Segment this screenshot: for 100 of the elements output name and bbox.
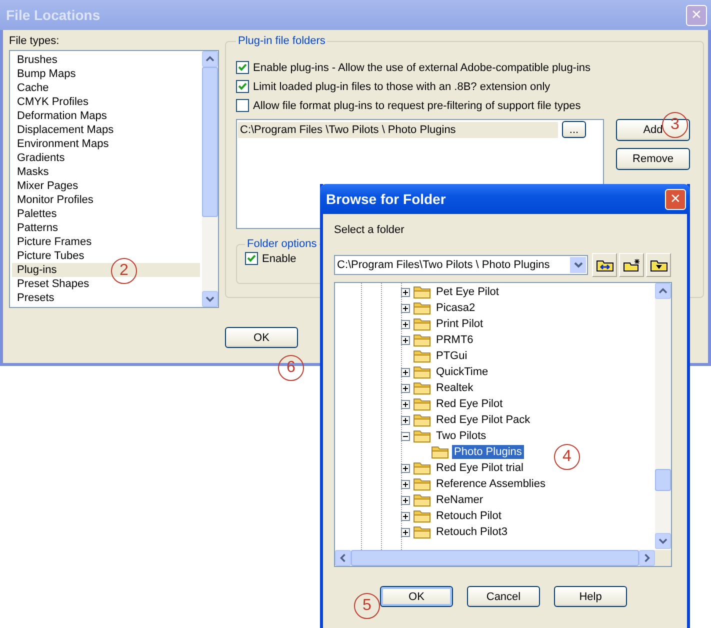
folder-path[interactable]: C:\Program Files \Two Pilots \ Photo Plugins [238,122,558,138]
expand-icon[interactable] [401,304,410,312]
checkbox-label: Enable plug-ins - Allow the use of external Adobe-compatible plug-ins [253,62,591,74]
dialog-button[interactable]: Cancel [467,586,540,607]
folder-item[interactable]: Realtek [434,381,476,395]
file-type-item[interactable]: CMYK Profiles [12,95,200,109]
folder-item[interactable]: Retouch Pilot3 [434,525,510,539]
expand-icon[interactable] [401,416,410,424]
checkbox-label: Limit loaded plug-in files to those with an .8B? extension only [253,80,550,92]
expand-icon[interactable] [401,480,410,488]
expand-icon[interactable] [401,384,410,392]
group-title: Plug-in file folders [237,35,326,47]
folder-icon [413,381,431,395]
folder-icon [413,285,431,299]
scroll-up-icon[interactable] [655,283,671,299]
folder-item[interactable]: Picasa2 [434,301,478,315]
dialog-title: Browse for Folder [326,191,446,207]
new-folder-icon[interactable] [619,253,644,277]
scroll-down-icon[interactable] [202,291,218,307]
dialog-button[interactable]: Help [554,586,627,607]
folder-item[interactable]: Red Eye Pilot Pack [434,413,532,427]
path-dropdown[interactable]: C:\Program Files\Two Pilots \ Photo Plugins [334,255,588,275]
folder-item[interactable]: Red Eye Pilot [434,397,505,411]
folder-icon [413,317,431,331]
scroll-down-icon[interactable] [655,533,671,549]
file-type-item[interactable]: Displacement Maps [12,123,200,137]
file-type-item[interactable]: Picture Frames [12,235,200,249]
folder-icon [413,493,431,507]
scroll-left-icon[interactable] [335,550,351,566]
folder-icon [413,301,431,315]
folder-up-icon[interactable] [592,253,617,277]
folder-item[interactable]: Two Pilots [434,429,488,443]
folder-item[interactable]: PTGui [434,349,470,363]
dialog-button[interactable]: OK [380,586,453,607]
folder-item[interactable]: Photo Plugins [452,445,524,459]
ok-button[interactable]: OK [225,327,298,348]
folder-icon [431,445,449,459]
folder-icon [413,333,431,347]
checkbox[interactable] [236,61,249,74]
file-type-item[interactable]: Environment Maps [12,137,200,151]
expand-icon[interactable] [401,400,410,408]
scroll-right-icon[interactable] [639,550,655,566]
step-number-callout: 2 [111,258,137,284]
browse-button[interactable]: ... [562,121,586,138]
file-type-item[interactable]: Palettes [12,207,200,221]
scrollbar-corner [655,550,671,566]
file-type-item[interactable]: Mixer Pages [12,179,200,193]
scroll-thumb[interactable] [202,67,218,217]
file-type-item[interactable]: Presets [12,291,200,305]
checkbox-label: Allow file format plug-ins to request pre-filtering of support file types [253,100,581,112]
folder-item[interactable]: Pet Eye Pilot [434,285,501,299]
checkbox-label: Enable [262,252,296,264]
step-number-callout: 5 [354,593,380,619]
folder-icon [413,477,431,491]
scrollbar[interactable] [655,283,671,549]
expand-icon[interactable] [401,496,410,504]
folder-icon [413,365,431,379]
folder-item[interactable]: ReNamer [434,493,486,507]
step-number-callout: 3 [662,112,688,138]
folder-icon [413,509,431,523]
folder-item[interactable]: QuickTime [434,365,490,379]
folder-item[interactable]: Red Eye Pilot trial [434,461,526,475]
checkbox[interactable] [236,80,249,93]
expand-icon[interactable] [401,528,410,536]
checkbox[interactable] [245,252,258,265]
scrollbar[interactable] [202,51,218,307]
folder-icon [413,349,431,363]
folder-view-icon[interactable] [646,253,671,277]
folder-item[interactable]: Retouch Pilot [434,509,504,523]
folder-item[interactable]: Print Pilot [434,317,486,331]
folder-item[interactable]: Reference Assemblies [434,477,548,491]
expand-icon[interactable] [401,336,410,344]
checkbox[interactable] [236,99,249,112]
prompt-text: Select a folder [334,224,406,236]
file-type-item[interactable]: Cache [12,81,200,95]
file-type-item[interactable]: Bump Maps [12,67,200,81]
step-number-callout: 4 [554,444,580,470]
expand-icon[interactable] [401,368,410,376]
scroll-thumb[interactable] [655,468,671,491]
expand-icon[interactable] [401,464,410,472]
expand-icon[interactable] [401,512,410,520]
folder-icon [413,429,431,443]
file-type-item[interactable]: Monitor Profiles [12,193,200,207]
file-types-label: File types: [9,35,60,48]
collapse-icon[interactable] [401,432,410,440]
folder-icon [413,413,431,427]
window-title: File Locations [6,7,100,23]
expand-icon[interactable] [401,288,410,296]
expand-icon[interactable] [401,320,410,328]
close-button[interactable]: ✕ [665,188,686,210]
file-type-item[interactable]: Masks [12,165,200,179]
file-type-item[interactable]: Brushes [12,53,200,67]
file-type-item[interactable]: Gradients [12,151,200,165]
scroll-up-icon[interactable] [202,51,218,67]
folder-item[interactable]: PRMT6 [434,333,476,347]
folder-icon [413,525,431,539]
file-type-item[interactable]: Patterns [12,221,200,235]
folder-icon [413,397,431,411]
file-type-item[interactable]: Deformation Maps [12,109,200,123]
remove-button[interactable]: Remove [616,148,690,170]
